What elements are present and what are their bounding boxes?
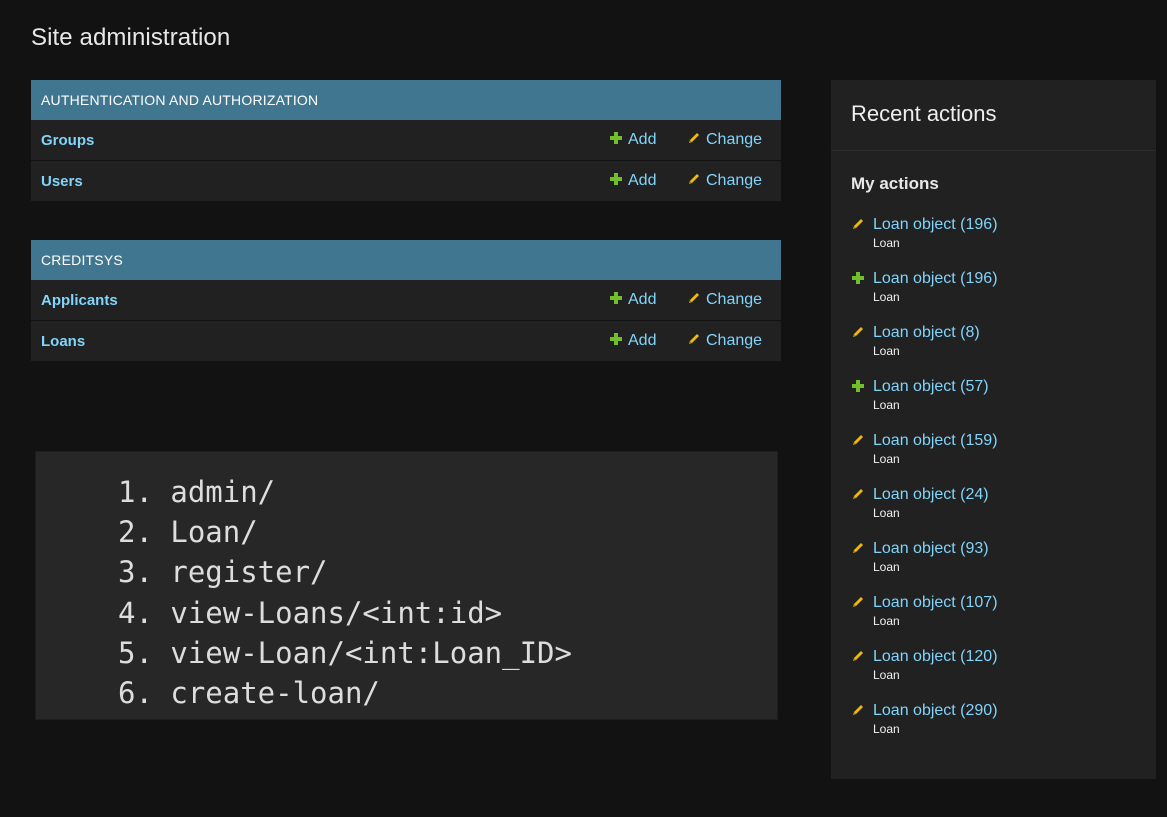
recent-action-link[interactable]: Loan object (24)	[873, 485, 998, 505]
model-row-users: Users Add Change	[31, 161, 781, 201]
app-module-creditsys: Creditsys Applicants Add Change Loans Ad…	[31, 240, 781, 361]
pencil-icon	[851, 541, 865, 555]
recent-action-item: Loan object (57) Loan	[851, 377, 998, 431]
add-label: Add	[628, 291, 657, 308]
recent-action-type: Loan	[873, 290, 900, 304]
recent-action-item: Loan object (159) Loan	[851, 431, 998, 485]
recent-actions-list: Loan object (196) Loan Loan object (196)…	[851, 215, 998, 755]
recent-action-type: Loan	[873, 344, 900, 358]
recent-action-link[interactable]: Loan object (8)	[873, 323, 998, 343]
change-users-button[interactable]: Change	[687, 172, 762, 190]
plus-icon	[609, 131, 623, 145]
pencil-icon	[851, 703, 865, 717]
change-groups-button[interactable]: Change	[687, 131, 762, 149]
recent-action-item: Loan object (8) Loan	[851, 323, 998, 377]
page-title: Site administration	[31, 24, 231, 51]
url-pattern-list: 1. admin/ 2. Loan/ 3. register/ 4. view-…	[118, 472, 572, 713]
add-groups-button[interactable]: Add	[609, 131, 656, 149]
recent-action-item: Loan object (120) Loan	[851, 647, 998, 701]
recent-action-item: Loan object (93) Loan	[851, 539, 998, 593]
recent-action-link[interactable]: Loan object (196)	[873, 215, 998, 235]
add-users-button[interactable]: Add	[609, 172, 656, 190]
pencil-icon	[687, 172, 701, 186]
admin-page: Site administration Authentication and A…	[0, 0, 1167, 817]
add-label: Add	[628, 131, 657, 148]
add-label: Add	[628, 172, 657, 189]
pencil-icon	[687, 332, 701, 346]
recent-action-link[interactable]: Loan object (159)	[873, 431, 998, 451]
model-row-groups: Groups Add Change	[31, 120, 781, 161]
recent-action-link[interactable]: Loan object (57)	[873, 377, 998, 397]
recent-action-item: Loan object (107) Loan	[851, 593, 998, 647]
plus-icon	[609, 332, 623, 346]
add-loans-button[interactable]: Add	[609, 332, 656, 350]
recent-action-type: Loan	[873, 398, 900, 412]
recent-action-type: Loan	[873, 452, 900, 466]
recent-action-type: Loan	[873, 560, 900, 574]
recent-action-item: Loan object (290) Loan	[851, 701, 998, 755]
change-label: Change	[706, 332, 763, 349]
url-pattern-item: 1. admin/	[118, 475, 276, 509]
recent-action-type: Loan	[873, 506, 900, 520]
recent-actions-panel: Recent actions My actions Loan object (1…	[831, 80, 1156, 779]
recent-action-item: Loan object (196) Loan	[851, 215, 998, 269]
recent-actions-title: Recent actions	[851, 101, 997, 126]
my-actions-heading: My actions	[851, 174, 939, 193]
change-loans-button[interactable]: Change	[687, 332, 762, 350]
url-pattern-item: 3. register/	[118, 555, 328, 590]
change-label: Change	[706, 291, 763, 308]
recent-action-type: Loan	[873, 614, 900, 628]
recent-action-link[interactable]: Loan object (290)	[873, 701, 998, 721]
model-link-applicants[interactable]: Applicants	[41, 292, 118, 309]
url-pattern-item: 6. create-loan/	[118, 676, 380, 711]
add-label: Add	[628, 332, 657, 349]
pencil-icon	[687, 291, 701, 305]
change-applicants-button[interactable]: Change	[687, 291, 762, 309]
recent-action-type: Loan	[873, 668, 900, 682]
module-caption[interactable]: Authentication and Authorization	[31, 80, 781, 120]
recent-action-link[interactable]: Loan object (107)	[873, 593, 998, 613]
model-row-applicants: Applicants Add Change	[31, 280, 781, 321]
recent-action-link[interactable]: Loan object (196)	[873, 269, 998, 289]
url-pattern-item: 4. view-Loans/<int:id>	[118, 595, 503, 630]
pencil-icon	[851, 487, 865, 501]
url-patterns-image: 1. admin/ 2. Loan/ 3. register/ 4. view-…	[35, 451, 778, 720]
change-label: Change	[706, 172, 763, 189]
model-link-groups[interactable]: Groups	[41, 132, 94, 149]
pencil-icon	[851, 649, 865, 663]
module-caption[interactable]: Creditsys	[31, 240, 781, 280]
change-label: Change	[706, 131, 763, 148]
url-pattern-item: 2. Loan/	[118, 515, 258, 550]
recent-action-link[interactable]: Loan object (93)	[873, 539, 998, 559]
model-row-loans: Loans Add Change	[31, 321, 781, 361]
pencil-icon	[851, 433, 865, 447]
recent-action-item: Loan object (24) Loan	[851, 485, 998, 539]
pencil-icon	[851, 217, 865, 231]
model-link-users[interactable]: Users	[41, 173, 83, 190]
recent-action-item: Loan object (196) Loan	[851, 269, 998, 323]
recent-action-link[interactable]: Loan object (120)	[873, 647, 998, 667]
add-applicants-button[interactable]: Add	[609, 291, 656, 309]
recent-action-type: Loan	[873, 236, 900, 250]
url-pattern-item: 5. view-Loan/<int:Loan_ID>	[118, 635, 572, 670]
pencil-icon	[851, 325, 865, 339]
divider	[831, 150, 1156, 151]
pencil-icon	[851, 595, 865, 609]
plus-icon	[851, 271, 865, 285]
plus-icon	[609, 172, 623, 186]
plus-icon	[609, 291, 623, 305]
plus-icon	[851, 379, 865, 393]
pencil-icon	[687, 131, 701, 145]
model-link-loans[interactable]: Loans	[41, 333, 85, 350]
recent-action-type: Loan	[873, 722, 900, 736]
app-module-auth: Authentication and Authorization Groups …	[31, 80, 781, 201]
